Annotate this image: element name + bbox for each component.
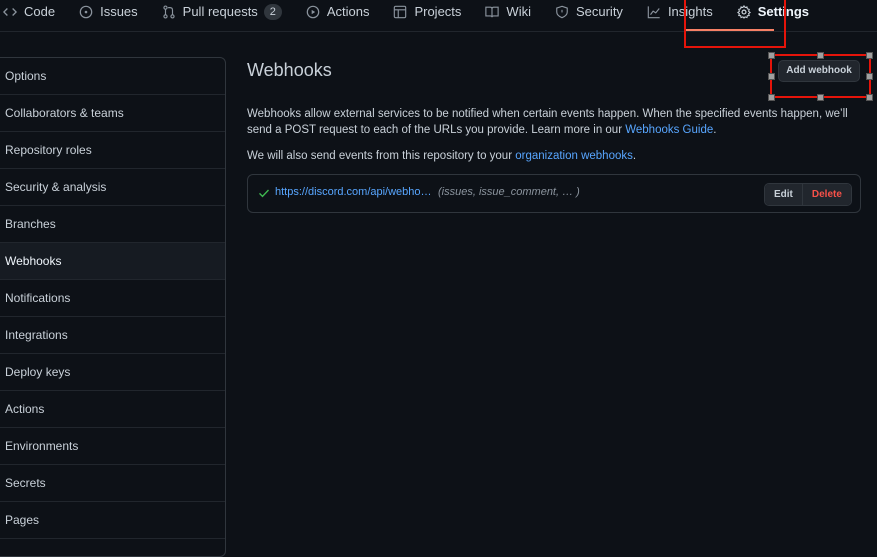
git-pull-request-icon <box>162 4 176 19</box>
sidebar-item-secrets[interactable]: Secrets <box>0 465 225 502</box>
organization-webhooks-link[interactable]: organization webhooks <box>515 150 633 162</box>
tab-label: Actions <box>326 4 370 19</box>
sidebar-item-options[interactable]: Options <box>0 58 225 95</box>
org-note-text: We will also send events from this repos… <box>247 150 516 162</box>
webhooks-guide-link[interactable]: Webhooks Guide <box>625 124 713 136</box>
tab-actions[interactable]: Actions <box>294 0 382 23</box>
pull-requests-count-badge: 2 <box>263 3 282 20</box>
webhook-actions: Edit Delete <box>764 183 852 206</box>
highlight-box-add-webhook <box>770 54 871 98</box>
description-line-2: send a POST request to each of the URLs … <box>247 124 626 136</box>
code-icon <box>3 5 17 19</box>
delete-button[interactable]: Delete <box>802 184 851 205</box>
sidebar-item-notifications[interactable]: Notifications <box>0 280 225 317</box>
tab-pull-requests[interactable]: Pull requests 2 <box>150 0 294 23</box>
sidebar-item-repository-roles[interactable]: Repository roles <box>0 132 225 169</box>
tab-wiki[interactable]: Wiki <box>473 0 543 23</box>
sidebar-item-branches[interactable]: Branches <box>0 206 225 243</box>
sidebar-item-collaborators[interactable]: Collaborators & teams <box>0 95 225 132</box>
resize-handle <box>817 94 824 101</box>
tab-projects[interactable]: Projects <box>381 0 473 23</box>
org-webhooks-note: We will also send events from this repos… <box>247 148 867 164</box>
page-title: Webhooks <box>247 60 332 80</box>
shield-icon <box>555 5 569 19</box>
sidebar-item-environments[interactable]: Environments <box>0 428 225 465</box>
webhook-events: (issues, issue_comment, … ) <box>438 186 580 198</box>
description-period: . <box>713 124 717 136</box>
issue-opened-icon <box>79 5 93 19</box>
check-icon <box>258 186 270 198</box>
tab-issues[interactable]: Issues <box>67 0 150 23</box>
resize-handle <box>866 94 873 101</box>
tab-label: Code <box>24 4 56 19</box>
tab-label: Projects <box>414 4 462 19</box>
description-line-1: Webhooks allow external services to be n… <box>247 108 848 120</box>
sidebar-item-actions[interactable]: Actions <box>0 391 225 428</box>
settings-sidebar: Options Collaborators & teams Repository… <box>0 57 226 557</box>
resize-handle <box>817 52 824 59</box>
resize-handle <box>768 94 775 101</box>
org-note-period: . <box>632 150 637 162</box>
book-icon <box>485 5 500 19</box>
webhooks-description: Webhooks allow external services to be n… <box>247 106 867 138</box>
sidebar-item-integrations[interactable]: Integrations <box>0 317 225 354</box>
webhook-url-link[interactable]: https://discord.com/api/webho… <box>275 186 432 198</box>
sidebar-item-security-analysis[interactable]: Security & analysis <box>0 169 225 206</box>
sidebar-item-deploy-keys[interactable]: Deploy keys <box>0 354 225 391</box>
table-icon <box>393 5 407 19</box>
highlight-box-settings <box>684 0 786 48</box>
sidebar-item-webhooks[interactable]: Webhooks <box>0 243 225 280</box>
play-icon <box>306 5 320 19</box>
resize-handle <box>768 73 775 80</box>
resize-handle <box>866 52 873 59</box>
edit-button[interactable]: Edit <box>765 184 803 205</box>
tab-label: Issues <box>100 4 138 19</box>
tab-label: Security <box>575 4 623 19</box>
tab-code[interactable]: Code <box>0 0 67 23</box>
tab-label: Wiki <box>506 4 531 19</box>
tab-label: Pull requests <box>182 4 258 19</box>
tab-security[interactable]: Security <box>543 0 635 23</box>
sidebar-item-pages[interactable]: Pages <box>0 502 225 539</box>
resize-handle <box>866 73 873 80</box>
webhook-row: https://discord.com/api/webho… (issues, … <box>247 174 861 213</box>
graph-icon <box>647 5 661 19</box>
resize-handle <box>768 52 775 59</box>
